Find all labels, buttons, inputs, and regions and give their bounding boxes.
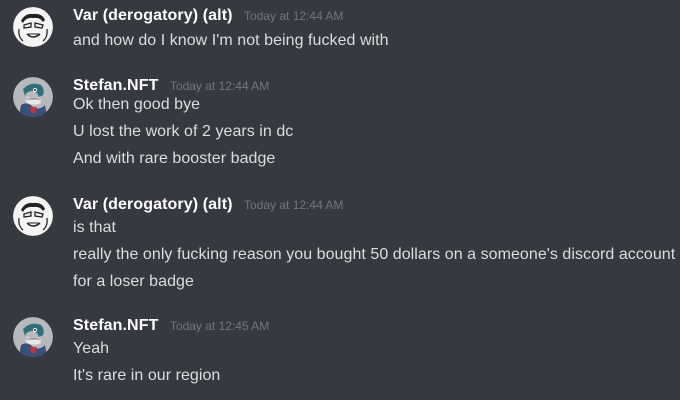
message-text: It's rare in our region [73,367,221,384]
message-text: is that [73,219,117,236]
message-text: really the only fucking reason you bough… [73,246,676,263]
timestamp[interactable]: Today at 12:45 AM [170,319,269,333]
user-avatar[interactable] [13,7,53,47]
var-avatar-icon [13,7,53,47]
message-header: Var (derogatory) (alt) Today at 12:44 AM [73,196,343,214]
user-avatar[interactable] [13,196,53,236]
message-header: Stefan.NFT Today at 12:45 AM [73,317,269,335]
message-text: and how do I know I'm not being fucked w… [73,32,389,49]
var-avatar-icon [13,196,53,236]
timestamp[interactable]: Today at 12:44 AM [170,79,269,93]
message-header: Stefan.NFT Today at 12:44 AM [73,77,269,95]
username[interactable]: Var (derogatory) (alt) [73,7,233,24]
message-header: Var (derogatory) (alt) Today at 12:44 AM [73,7,343,25]
message-text: U lost the work of 2 years in dc [73,123,294,140]
username[interactable]: Stefan.NFT [73,77,158,94]
message-text: for a loser badge [73,273,194,290]
username[interactable]: Var (derogatory) (alt) [73,196,233,213]
timestamp[interactable]: Today at 12:44 AM [244,198,343,212]
stefan-avatar-icon [13,317,53,357]
username[interactable]: Stefan.NFT [73,317,158,334]
user-avatar[interactable] [13,317,53,357]
message-text: Yeah [73,340,110,357]
message-text: Ok then good bye [73,96,201,113]
stefan-avatar-icon [13,77,53,117]
timestamp[interactable]: Today at 12:44 AM [244,9,343,23]
message-text: And with rare booster badge [73,150,276,167]
user-avatar[interactable] [13,77,53,117]
